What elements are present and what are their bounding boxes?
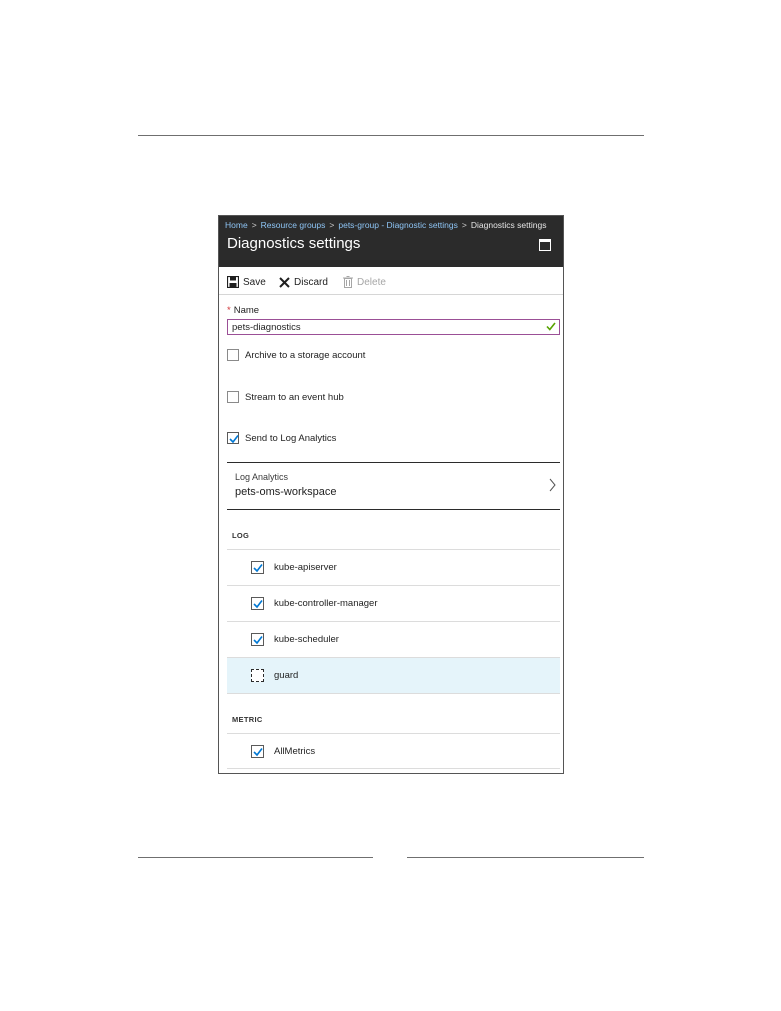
maximize-icon[interactable]	[539, 239, 551, 251]
allmetrics-label: AllMetrics	[274, 746, 316, 757]
breadcrumb-resource-groups[interactable]: Resource groups	[261, 220, 326, 230]
metric-section-heading: METRIC	[232, 715, 263, 724]
metric-item-allmetrics[interactable]: AllMetrics	[227, 733, 560, 769]
stream-event-hub-label: Stream to an event hub	[245, 391, 344, 403]
kube-apiserver-checkbox[interactable]	[251, 561, 264, 574]
send-log-analytics-checkbox[interactable]	[227, 432, 239, 444]
page-rule-top	[138, 135, 644, 136]
save-icon	[227, 276, 239, 288]
close-icon	[279, 276, 290, 288]
checkmark-icon	[229, 435, 239, 444]
breadcrumb-separator-icon: >	[461, 220, 467, 230]
checkmark-icon	[253, 600, 263, 609]
name-input[interactable]: pets-diagnostics	[227, 319, 560, 335]
breadcrumb-separator-icon: >	[329, 220, 335, 230]
log-item-kube-scheduler[interactable]: kube-scheduler	[227, 621, 560, 657]
log-item-kube-apiserver[interactable]: kube-apiserver	[227, 549, 560, 585]
delete-button[interactable]: Delete	[343, 275, 386, 289]
breadcrumb: Home > Resource groups > pets-group - Diagno…	[225, 220, 546, 230]
page-rule-bottom-right	[407, 857, 644, 858]
discard-label: Discard	[294, 276, 328, 288]
allmetrics-checkbox[interactable]	[251, 745, 264, 758]
archive-storage-option[interactable]: Archive to a storage account	[227, 348, 365, 362]
discard-button[interactable]: Discard	[279, 275, 328, 289]
required-asterisk: *	[227, 305, 231, 316]
breadcrumb-pets-group[interactable]: pets-group - Diagnostic settings	[338, 220, 458, 230]
kube-scheduler-checkbox[interactable]	[251, 633, 264, 646]
delete-label: Delete	[357, 276, 386, 288]
log-analytics-workspace-selector[interactable]: Log Analytics pets-oms-workspace	[227, 462, 560, 510]
page-rule-bottom-left	[138, 857, 373, 858]
breadcrumb-home[interactable]: Home	[225, 220, 248, 230]
log-analytics-workspace-value: pets-oms-workspace	[235, 486, 337, 498]
log-item-guard[interactable]: guard	[227, 657, 560, 694]
trash-icon	[343, 276, 353, 288]
log-analytics-label: Log Analytics	[235, 472, 289, 482]
send-log-analytics-option[interactable]: Send to Log Analytics	[227, 431, 336, 445]
archive-storage-checkbox[interactable]	[227, 349, 239, 361]
checkmark-icon	[253, 564, 263, 573]
name-label-text: Name	[233, 305, 260, 316]
blade-header: Home > Resource groups > pets-group - Diagno…	[219, 216, 563, 267]
log-item-kube-controller-manager[interactable]: kube-controller-manager	[227, 585, 560, 621]
log-section-heading: LOG	[232, 531, 250, 540]
checkmark-valid-icon	[546, 322, 556, 331]
send-log-analytics-label: Send to Log Analytics	[245, 432, 337, 444]
breadcrumb-current: Diagnostics settings	[470, 220, 547, 230]
name-field-label: * Name	[227, 305, 259, 316]
save-label: Save	[243, 276, 266, 288]
stream-event-hub-checkbox[interactable]	[227, 391, 239, 403]
archive-storage-label: Archive to a storage account	[245, 349, 366, 361]
kube-controller-manager-checkbox[interactable]	[251, 597, 264, 610]
kube-scheduler-label: kube-scheduler	[274, 634, 339, 645]
checkmark-icon	[253, 636, 263, 645]
chevron-right-icon	[549, 478, 556, 492]
breadcrumb-separator-icon: >	[251, 220, 257, 230]
stream-event-hub-option[interactable]: Stream to an event hub	[227, 390, 344, 404]
kube-apiserver-label: kube-apiserver	[274, 562, 337, 573]
name-input-value: pets-diagnostics	[232, 322, 301, 333]
guard-checkbox[interactable]	[251, 669, 264, 682]
guard-label: guard	[274, 670, 299, 681]
kube-controller-manager-label: kube-controller-manager	[274, 598, 378, 609]
command-bar: Save Discard Delete	[219, 268, 563, 295]
blade-title: Diagnostics settings	[227, 235, 361, 252]
diagnostics-settings-blade: Home > Resource groups > pets-group - Diagno…	[218, 215, 564, 774]
checkmark-icon	[253, 748, 263, 757]
save-button[interactable]: Save	[227, 275, 266, 289]
